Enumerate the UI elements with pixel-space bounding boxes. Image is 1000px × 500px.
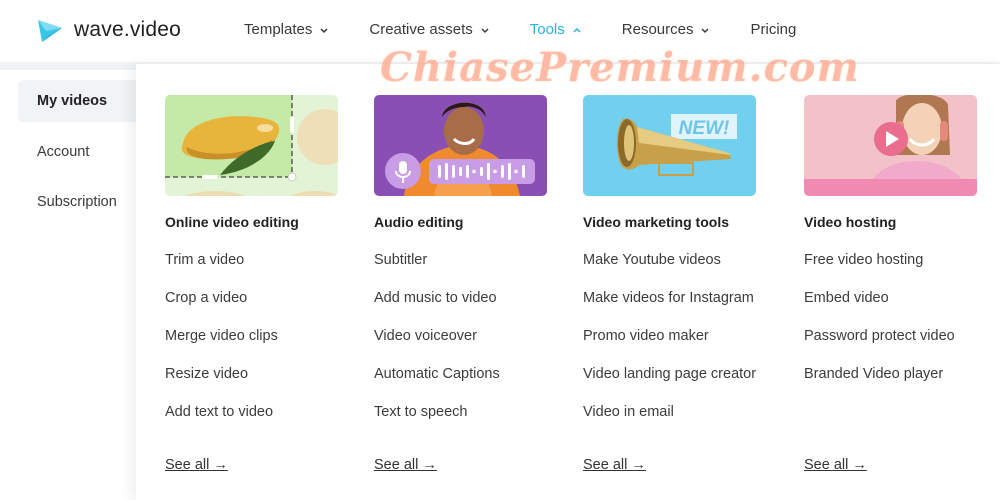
chevron-down-icon xyxy=(481,27,489,33)
sidebar-item-subscription[interactable]: Subscription xyxy=(18,181,140,223)
menu-link-landing-page[interactable]: Video landing page creator xyxy=(583,365,763,403)
menu-link-resize-video[interactable]: Resize video xyxy=(165,365,345,403)
sidebar-item-label: My videos xyxy=(37,93,108,109)
sidebar-item-label: Subscription xyxy=(37,194,117,210)
nav-creative-assets[interactable]: Creative assets xyxy=(369,21,489,38)
sidebar-item-my-videos[interactable]: My videos xyxy=(18,80,140,122)
menu-link-voiceover[interactable]: Video voiceover xyxy=(374,327,554,365)
menu-link-trim-video[interactable]: Trim a video xyxy=(165,251,345,289)
link-list: Make Youtube videos Make videos for Inst… xyxy=(583,251,763,441)
menu-column-video-marketing-tools: NEW! Video marketing tools Make Youtube … xyxy=(583,95,763,473)
menu-link-password-protect[interactable]: Password protect video xyxy=(804,327,984,365)
menu-link-text-to-speech[interactable]: Text to speech xyxy=(374,403,554,441)
menu-link-promo-maker[interactable]: Promo video maker xyxy=(583,327,763,365)
brand-logo[interactable]: wave.video xyxy=(36,16,181,44)
new-badge: NEW! xyxy=(679,118,730,139)
column-title: Video marketing tools xyxy=(583,214,729,230)
menu-column-online-video-editing: Online video editing Trim a video Crop a… xyxy=(165,95,345,473)
menu-link-crop-video[interactable]: Crop a video xyxy=(165,289,345,327)
menu-link-subtitler[interactable]: Subtitler xyxy=(374,251,554,289)
nav-templates-label: Templates xyxy=(244,21,313,38)
column-title: Video hosting xyxy=(804,214,897,230)
play-logo-icon xyxy=(38,20,62,42)
nav-resources[interactable]: Resources xyxy=(622,21,711,38)
chevron-up-icon xyxy=(573,27,581,33)
column-title: Audio editing xyxy=(374,214,464,230)
sidebar-item-label: Account xyxy=(37,144,90,160)
see-all-link[interactable]: See all → xyxy=(165,457,228,473)
menu-link-add-music[interactable]: Add music to video xyxy=(374,289,554,327)
man-with-microphone-waveform xyxy=(374,95,547,196)
top-header: wave.video Templates Creative assets Too… xyxy=(0,0,1000,62)
see-all-link[interactable]: See all → xyxy=(583,457,646,473)
audio-editing-image[interactable] xyxy=(374,95,547,196)
brand-name: wave.video xyxy=(74,18,182,41)
menu-link-instagram-videos[interactable]: Make videos for Instagram xyxy=(583,289,763,327)
account-sidebar: My videos Account Subscription xyxy=(0,62,140,500)
chevron-down-icon xyxy=(320,27,328,33)
menu-link-youtube-videos[interactable]: Make Youtube videos xyxy=(583,251,763,289)
nav-resources-label: Resources xyxy=(621,21,694,38)
menu-link-branded-player[interactable]: Branded Video player xyxy=(804,365,984,403)
menu-link-auto-captions[interactable]: Automatic Captions xyxy=(374,365,554,403)
link-list: Subtitler Add music to video Video voice… xyxy=(374,251,554,441)
video-marketing-image[interactable]: NEW! xyxy=(583,95,756,196)
menu-link-merge-clips[interactable]: Merge video clips xyxy=(165,327,345,365)
menu-link-video-email[interactable]: Video in email xyxy=(583,403,763,441)
nav-tools[interactable]: Tools xyxy=(530,21,582,38)
chevron-down-icon xyxy=(701,27,710,33)
nav-pricing-label: Pricing xyxy=(750,21,797,38)
menu-link-add-text[interactable]: Add text to video xyxy=(165,403,345,441)
see-all-link[interactable]: See all → xyxy=(374,457,437,473)
nav-templates[interactable]: Templates xyxy=(244,21,329,38)
see-all-link[interactable]: See all → xyxy=(804,457,867,473)
menu-link-free-hosting[interactable]: Free video hosting xyxy=(804,251,984,289)
mango-crop-illustration xyxy=(165,95,338,196)
main-nav: Templates Creative assets Tools Resource… xyxy=(244,21,796,38)
sidebar-item-account[interactable]: Account xyxy=(18,131,140,173)
nav-tools-label: Tools xyxy=(529,21,565,38)
nav-creative-assets-label: Creative assets xyxy=(369,21,473,38)
menu-column-video-hosting: Video hosting Free video hosting Embed v… xyxy=(804,95,984,473)
megaphone-new-badge: NEW! xyxy=(583,95,756,196)
link-list: Free video hosting Embed video Password … xyxy=(804,251,984,403)
tools-dropdown-panel: Online video editing Trim a video Crop a… xyxy=(136,54,1000,500)
link-list: Trim a video Crop a video Merge video cl… xyxy=(165,251,345,441)
online-video-editing-image[interactable] xyxy=(165,95,338,196)
nav-pricing[interactable]: Pricing xyxy=(750,21,796,38)
woman-with-headphones-play xyxy=(804,95,977,196)
video-hosting-image[interactable] xyxy=(804,95,977,196)
menu-link-embed-video[interactable]: Embed video xyxy=(804,289,984,327)
menu-column-audio-editing: Audio editing Subtitler Add music to vid… xyxy=(374,95,554,473)
column-title: Online video editing xyxy=(165,214,299,230)
